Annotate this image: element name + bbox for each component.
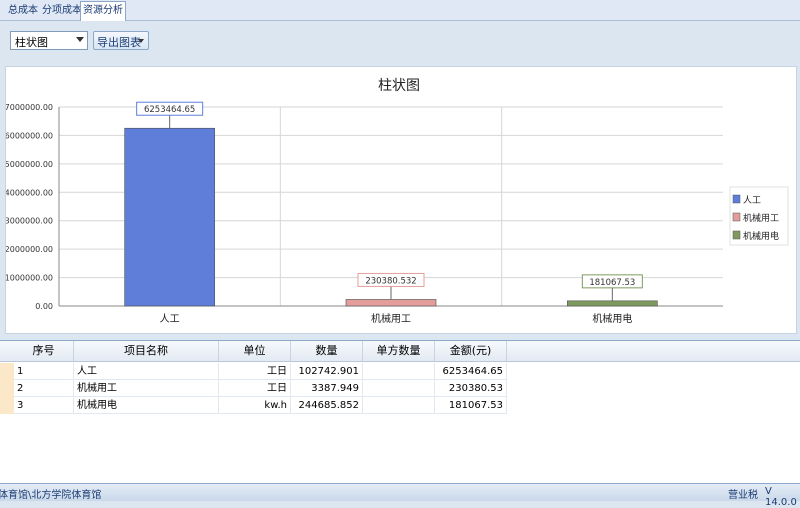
col-header-quantity[interactable]: 数量 <box>291 341 363 361</box>
y-tick-label: 4000000.00 <box>6 188 53 197</box>
col-header-unit[interactable]: 单位 <box>219 341 291 361</box>
table-cell[interactable]: 230380.53 <box>435 380 507 397</box>
row-marker <box>0 363 14 380</box>
tab-resource-analysis[interactable]: 资源分析 <box>80 1 126 21</box>
legend-swatch <box>732 194 741 204</box>
status-bar: 体育馆\北方学院体育馆 营业税 V 14.0.0 <box>0 483 800 508</box>
export-chart-button[interactable]: 导出图表 <box>93 31 149 50</box>
chart-type-value: 柱状图 <box>15 36 48 49</box>
col-header-amount[interactable]: 金额(元) <box>435 341 507 361</box>
col-header-unit-quantity[interactable]: 单方数量 <box>363 341 435 361</box>
legend-entry: 机械用工 <box>743 212 779 224</box>
y-tick-label: 3000000.00 <box>6 217 53 226</box>
table-cell[interactable]: 3 <box>14 397 74 414</box>
table-row[interactable]: 3 机械用电 kw.h 244685.852 181067.53 <box>0 397 510 414</box>
table-cell[interactable]: 1 <box>14 363 74 380</box>
y-tick-label: 1000000.00 <box>6 274 53 283</box>
table-cell[interactable] <box>363 380 435 397</box>
chevron-down-icon <box>138 39 144 43</box>
table-cell[interactable]: 181067.53 <box>435 397 507 414</box>
toolbar: 柱状图 导出图表 <box>0 21 800 59</box>
x-tick-label: 机械用电 <box>592 312 632 325</box>
table-cell[interactable]: 机械用工 <box>74 380 219 397</box>
x-tick-label: 人工 <box>160 313 180 325</box>
table-cell[interactable]: 工日 <box>219 363 291 380</box>
chevron-down-icon <box>76 37 84 42</box>
table-cell[interactable]: kw.h <box>219 397 291 414</box>
y-tick-label: 0.00 <box>35 302 53 311</box>
version-label: V 14.0.0 <box>765 486 797 508</box>
bar <box>567 300 658 307</box>
legend-swatch <box>732 230 741 240</box>
table-cell[interactable] <box>363 363 435 380</box>
export-chart-label: 导出图表 <box>97 36 141 49</box>
table-cell[interactable]: 102742.901 <box>291 363 363 380</box>
data-label: 6253464.65 <box>144 105 195 115</box>
table-row[interactable]: 2 机械用工 工日 3387.949 230380.53 <box>0 380 510 397</box>
col-header-index[interactable]: 序号 <box>14 341 74 361</box>
legend-entry: 机械用电 <box>743 230 779 242</box>
tab-item-cost[interactable]: 分项成本 <box>40 2 84 19</box>
tax-type: 营业税 <box>728 490 758 501</box>
data-label: 230380.532 <box>365 276 416 286</box>
table-header: 序号 项目名称 单位 数量 单方数量 金额(元) <box>0 341 800 362</box>
tab-total-cost[interactable]: 总成本 <box>6 2 40 19</box>
chart-title: 柱状图 <box>378 78 420 94</box>
table-cell[interactable]: 人工 <box>74 363 219 380</box>
y-tick-label: 5000000.00 <box>6 160 53 169</box>
legend-entry: 人工 <box>743 195 761 206</box>
table-cell[interactable]: 244685.852 <box>291 397 363 414</box>
col-header-name[interactable]: 项目名称 <box>74 341 219 361</box>
table-cell[interactable] <box>363 397 435 414</box>
row-marker <box>0 380 14 397</box>
table-row[interactable]: 1 人工 工日 102742.901 6253464.65 <box>0 363 510 380</box>
y-tick-label: 6000000.00 <box>6 131 53 140</box>
y-tick-label: 2000000.00 <box>6 245 53 254</box>
table-cell[interactable]: 2 <box>14 380 74 397</box>
tab-bar: 总成本 分项成本 资源分析 <box>0 0 800 21</box>
row-marker <box>0 397 14 414</box>
chart-panel: 柱状图 0.00 1000000.00 2000000.00 3000000.00 400… <box>5 66 797 334</box>
legend-swatch <box>732 212 741 222</box>
chart-type-select[interactable]: 柱状图 <box>10 31 88 50</box>
data-label: 181067.53 <box>589 278 635 288</box>
table-cell[interactable]: 3387.949 <box>291 380 363 397</box>
project-path: 体育馆\北方学院体育馆 <box>0 490 102 501</box>
y-tick-label: 7000000.00 <box>6 103 53 112</box>
table-cell[interactable]: 机械用电 <box>74 397 219 414</box>
resource-table: 序号 项目名称 单位 数量 单方数量 金额(元) 1 人工 工日 102742.901… <box>0 340 800 483</box>
bar <box>124 127 215 307</box>
x-tick-label: 机械用工 <box>371 312 411 325</box>
bar-chart: 柱状图 0.00 1000000.00 2000000.00 3000000.00 400… <box>6 78 789 325</box>
table-cell[interactable]: 6253464.65 <box>435 363 507 380</box>
bar <box>345 299 437 307</box>
table-cell[interactable]: 工日 <box>219 380 291 397</box>
